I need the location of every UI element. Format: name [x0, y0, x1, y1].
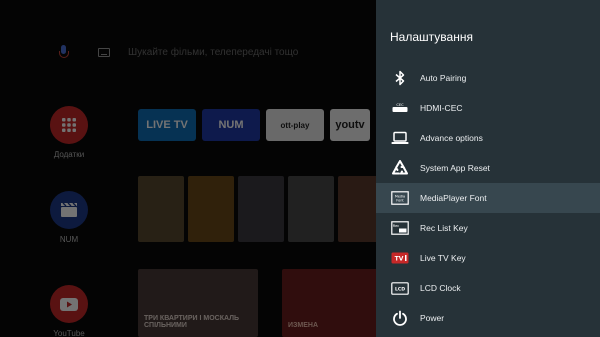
- lcd-clock-icon: LCD: [390, 278, 410, 298]
- menu-item-label: System App Reset: [420, 163, 490, 173]
- menu-item-label: Rec List Key: [420, 223, 468, 233]
- menu-item-label: LCD Clock: [420, 283, 461, 293]
- menu-item-auto-pairing[interactable]: Auto Pairing: [376, 63, 600, 93]
- menu-item-live-tv-key[interactable]: TV Live TV Key: [376, 243, 600, 273]
- clapperboard-icon: [50, 191, 88, 229]
- svg-text:Rec: Rec: [393, 224, 400, 228]
- channel-row: LIVE TV NUM ott-play youtv: [138, 109, 370, 141]
- menu-item-advance-options[interactable]: Advance options: [376, 123, 600, 153]
- num-label: NUM: [59, 235, 79, 244]
- apps-grid-icon: [50, 106, 88, 144]
- poster-4[interactable]: [288, 176, 334, 242]
- search-placeholder[interactable]: Шукайте фільми, телепередачі тощо: [128, 47, 298, 58]
- mediaplayer-font-icon: Media Font: [390, 188, 410, 208]
- recycle-icon: [390, 158, 410, 178]
- menu-item-label: Live TV Key: [420, 253, 466, 263]
- menu-item-rec-list-key[interactable]: Rec Rec List Key: [376, 213, 600, 243]
- menu-item-hdmi-cec[interactable]: CEC HDMI-CEC: [376, 93, 600, 123]
- channel-tile-live-tv[interactable]: LIVE TV: [138, 109, 196, 141]
- recommendation-tile-1[interactable]: ТРИ КВАРТИРИ І МОСКАЛЬ СПІЛЬНИМИ: [138, 269, 258, 337]
- settings-title: Налаштування: [390, 30, 473, 44]
- menu-item-label: MediaPlayer Font: [420, 193, 487, 203]
- keyboard-icon[interactable]: [98, 47, 110, 57]
- launcher-background: Шукайте фільми, телепередачі тощо Додатк…: [0, 0, 376, 337]
- poster-5[interactable]: [338, 176, 376, 242]
- laptop-icon: [390, 128, 410, 148]
- recommendation-tile-2[interactable]: ИЗМЕНА: [282, 269, 376, 337]
- recommendations-row: ТРИ КВАРТИРИ І МОСКАЛЬ СПІЛЬНИМИ ИЗМЕНА: [138, 269, 376, 337]
- settings-menu: Auto Pairing CEC HDMI-CEC Advance option…: [376, 63, 600, 333]
- recommendation-caption-1: ТРИ КВАРТИРИ І МОСКАЛЬ СПІЛЬНИМИ: [144, 315, 240, 329]
- menu-item-system-app-reset[interactable]: System App Reset: [376, 153, 600, 183]
- svg-text:TV: TV: [395, 256, 404, 263]
- youtube-label: YouTube: [53, 329, 85, 337]
- svg-text:LCD: LCD: [395, 286, 405, 292]
- menu-item-label: Advance options: [420, 133, 483, 143]
- recommendation-caption-2: ИЗМЕНА: [288, 322, 319, 329]
- menu-item-mediaplayer-font[interactable]: Media Font MediaPlayer Font: [376, 183, 600, 213]
- channel-tile-youtv[interactable]: youtv: [330, 109, 370, 141]
- youtube-app[interactable]: YouTube: [47, 285, 91, 337]
- poster-row: [138, 176, 376, 242]
- menu-item-label: HDMI-CEC: [420, 103, 463, 113]
- menu-item-power[interactable]: Power: [376, 303, 600, 333]
- settings-panel: Налаштування Auto Pairing CEC HDMI-CEC A…: [376, 0, 600, 337]
- poster-1[interactable]: [138, 176, 184, 242]
- rec-list-icon: Rec: [390, 218, 410, 238]
- menu-item-label: Auto Pairing: [420, 73, 467, 83]
- search-row[interactable]: Шукайте фільми, телепередачі тощо: [58, 42, 298, 62]
- apps-launcher[interactable]: Додатки: [47, 106, 91, 159]
- apps-label: Додатки: [53, 150, 85, 159]
- bluetooth-icon: [390, 68, 410, 88]
- live-tv-icon: TV: [390, 248, 410, 268]
- power-icon: [390, 308, 410, 328]
- menu-item-lcd-clock[interactable]: LCD LCD Clock: [376, 273, 600, 303]
- channel-tile-num[interactable]: NUM: [202, 109, 260, 141]
- poster-2[interactable]: [188, 176, 234, 242]
- poster-3[interactable]: [238, 176, 284, 242]
- youtube-icon: [50, 285, 88, 323]
- microphone-icon[interactable]: [58, 45, 69, 59]
- menu-item-label: Power: [420, 313, 445, 323]
- svg-text:CEC: CEC: [396, 103, 404, 107]
- cec-icon: CEC: [390, 98, 410, 118]
- num-app[interactable]: NUM: [47, 191, 91, 244]
- svg-text:Font: Font: [396, 199, 404, 203]
- channel-tile-ott-play[interactable]: ott-play: [266, 109, 324, 141]
